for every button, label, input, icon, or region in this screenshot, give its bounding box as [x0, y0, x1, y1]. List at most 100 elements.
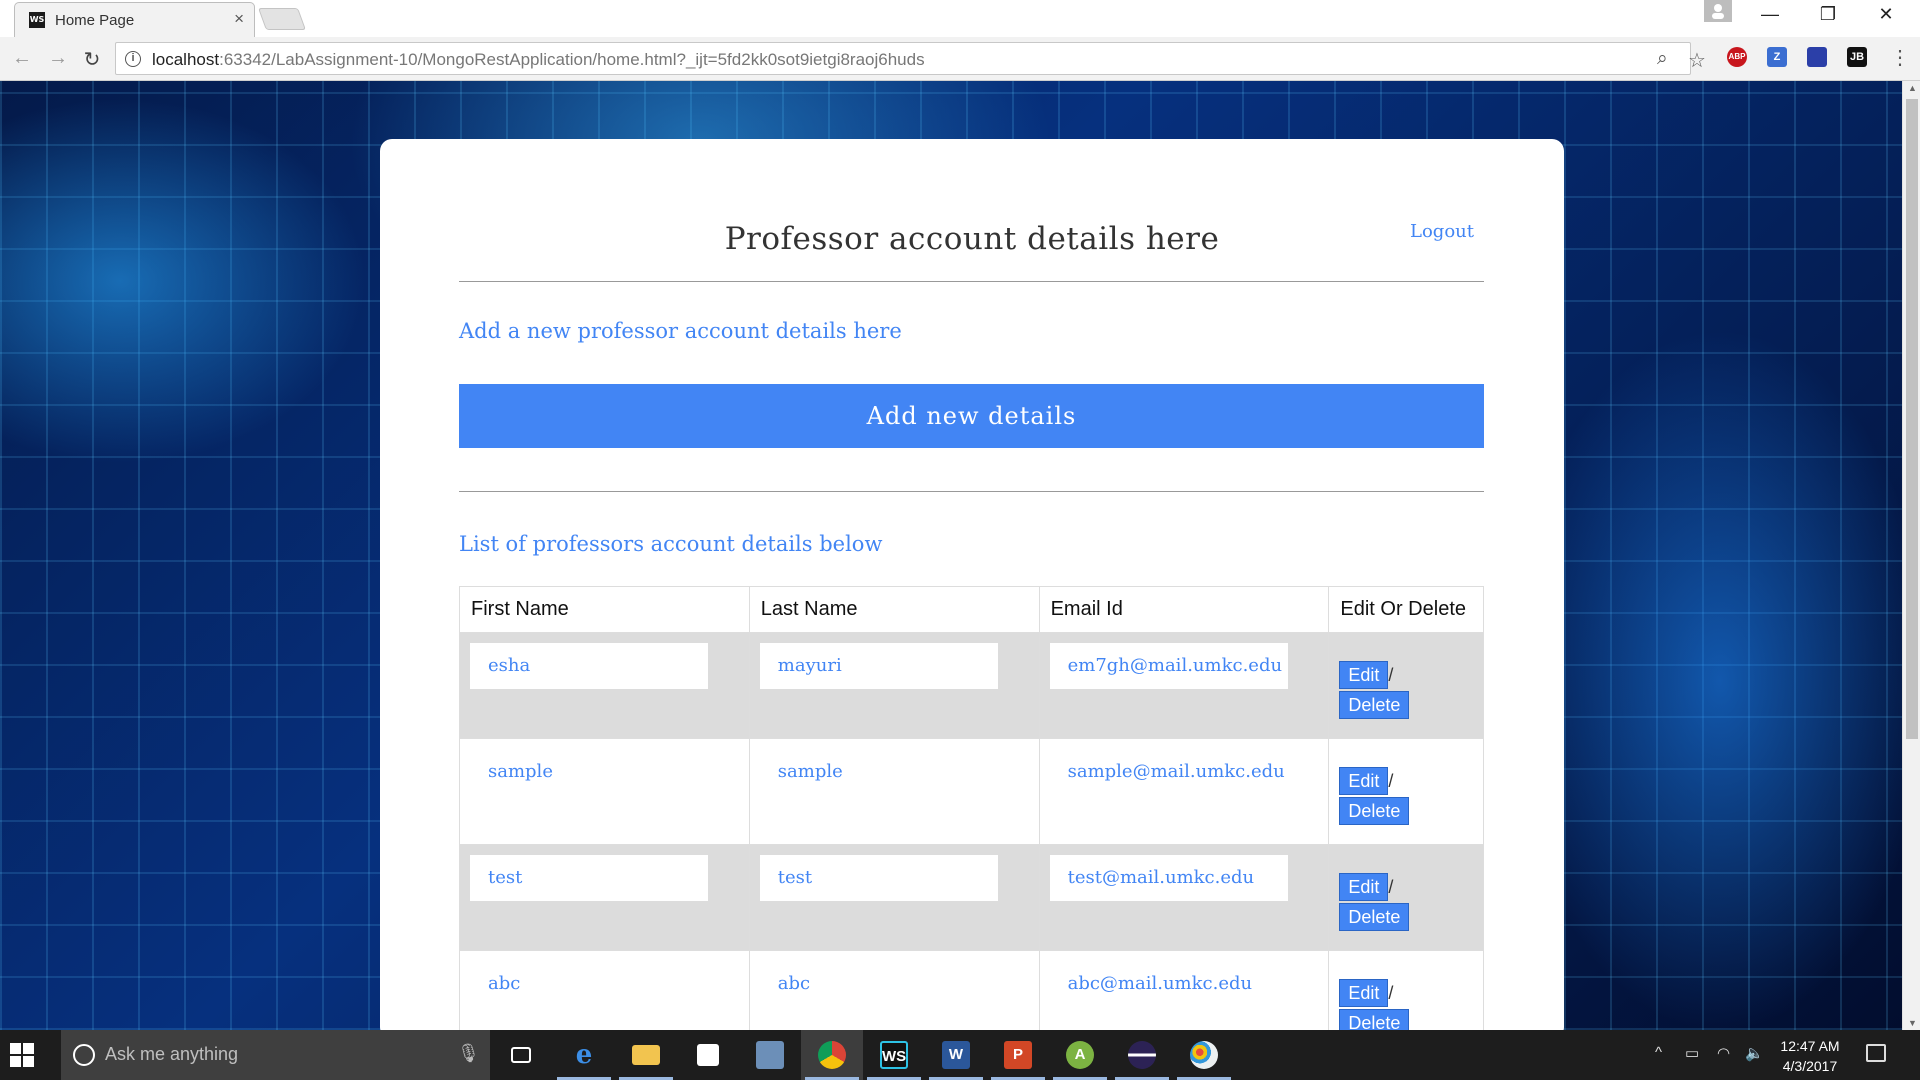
webstorm-favicon-icon: WS [29, 12, 45, 28]
last-name-field[interactable]: mayuri [759, 643, 998, 689]
zotero-extension-icon[interactable]: Z [1767, 47, 1787, 67]
table-cell: test@mail.umkc.edu [1038, 844, 1330, 951]
last-name-field[interactable]: abc [759, 961, 998, 1007]
table-cell: sample [459, 738, 750, 845]
new-tab-button[interactable] [257, 8, 307, 30]
email-field[interactable]: test@mail.umkc.edu [1049, 855, 1288, 901]
taskbar-app-file-explorer[interactable] [615, 1030, 677, 1080]
table-cell: sample@mail.umkc.edu [1038, 738, 1330, 845]
battery-icon[interactable]: ▭ [1685, 1044, 1699, 1062]
email-field[interactable]: em7gh@mail.umkc.edu [1049, 643, 1288, 689]
microphone-icon[interactable]: 🎙 [457, 1043, 480, 1064]
delete-button[interactable]: Delete [1339, 1009, 1410, 1030]
adblock-plus-icon[interactable]: ABP [1727, 47, 1747, 67]
restore-button[interactable]: ❐ [1808, 4, 1848, 25]
address-bar[interactable]: i localhost:63342/LabAssignment-10/Mongo… [115, 42, 1706, 75]
taskbar-app-store[interactable] [677, 1030, 739, 1080]
computer-icon [756, 1041, 784, 1069]
table-cell: abc@mail.umkc.edu [1038, 950, 1330, 1030]
page-scrollbar[interactable]: ▲ ▼ [1902, 81, 1920, 1030]
edit-button[interactable]: Edit [1339, 979, 1389, 1007]
scroll-down-icon[interactable]: ▼ [1908, 1018, 1917, 1028]
info-icon[interactable]: i [125, 51, 141, 67]
taskbar-app-network[interactable] [739, 1030, 801, 1080]
paint-icon [1190, 1041, 1218, 1069]
email-field[interactable]: abc@mail.umkc.edu [1049, 961, 1288, 1007]
jetbrains-extension-icon[interactable]: JB [1847, 47, 1867, 67]
search-placeholder: Ask me anything [105, 1044, 239, 1064]
webstorm-icon: WS [880, 1041, 908, 1069]
bookmark-star-icon[interactable]: ☆ [1688, 48, 1706, 73]
windows-start-icon[interactable] [10, 1043, 34, 1067]
taskbar-app-paint[interactable] [1173, 1030, 1235, 1080]
delete-button[interactable]: Delete [1339, 691, 1410, 719]
last-name-field[interactable]: sample [759, 749, 998, 795]
word-icon: W [942, 1041, 970, 1069]
wifi-icon[interactable]: ◠ [1717, 1044, 1730, 1062]
edit-button[interactable]: Edit [1339, 873, 1389, 901]
action-cell: Edit / Delete [1328, 844, 1484, 951]
taskbar-app-android-studio[interactable]: A [1049, 1030, 1111, 1080]
tab-close-icon[interactable]: × [234, 9, 244, 29]
taskbar-app-powerpoint[interactable]: P [987, 1030, 1049, 1080]
profile-button[interactable] [1704, 0, 1732, 22]
zoom-icon[interactable]: ⌕ [1657, 48, 1668, 70]
action-cell: Edit / Delete [1328, 738, 1484, 845]
taskbar-app-chrome[interactable] [801, 1030, 863, 1080]
scroll-up-icon[interactable]: ▲ [1908, 83, 1917, 93]
page-title: Professor account details here [724, 221, 1220, 257]
show-hidden-icons-chevron-icon[interactable]: ^ [1655, 1044, 1662, 1061]
powerpoint-icon: P [1004, 1041, 1032, 1069]
table-cell: sample [748, 738, 1040, 845]
taskbar-clock[interactable]: 12:47 AM 4/3/2017 [1775, 1036, 1845, 1076]
task-view-button[interactable] [490, 1030, 552, 1080]
separator: / [1388, 665, 1394, 685]
taskbar-app-edge[interactable]: e [553, 1030, 615, 1080]
clock-date: 4/3/2017 [1782, 1058, 1838, 1074]
url-text[interactable]: localhost:63342/LabAssignment-10/MongoRe… [152, 50, 925, 70]
taskbar-app-eclipse[interactable] [1111, 1030, 1173, 1080]
logout-link[interactable]: Logout [1410, 221, 1474, 242]
separator: / [1388, 983, 1394, 1003]
separator: / [1388, 771, 1394, 791]
taskbar-app-webstorm[interactable]: WS [863, 1030, 925, 1080]
add-new-details-button[interactable]: Add new details [459, 384, 1484, 448]
minimize-button[interactable]: — [1750, 4, 1790, 25]
extension-icon[interactable] [1807, 47, 1827, 67]
page-viewport: Professor account details here Logout Ad… [0, 81, 1902, 1030]
reload-icon[interactable]: ↻ [80, 47, 104, 72]
forward-arrow-icon[interactable]: → [46, 47, 70, 70]
table-cell: test [459, 844, 750, 951]
edit-button[interactable]: Edit [1339, 661, 1389, 689]
table-header-row: First Name Last Name Email Id Edit Or De… [459, 586, 1484, 633]
edit-button[interactable]: Edit [1339, 767, 1389, 795]
edge-icon: e [575, 1040, 593, 1070]
delete-button[interactable]: Delete [1339, 797, 1410, 825]
last-name-field[interactable]: test [759, 855, 998, 901]
url-host: localhost [152, 50, 220, 69]
action-cell: Edit / Delete [1328, 632, 1484, 739]
clock-time: 12:47 AM [1780, 1038, 1840, 1054]
table-row: test test test@mail.umkc.edu Edit / Delet… [459, 844, 1484, 951]
cortana-search-box[interactable]: Ask me anything 🎙 [61, 1030, 490, 1080]
first-name-field[interactable]: sample [470, 749, 708, 795]
close-window-button[interactable]: ✕ [1866, 4, 1906, 25]
volume-icon[interactable]: 🔈 [1745, 1044, 1764, 1062]
table-row: sample sample sample@mail.umkc.edu Edit /… [459, 738, 1484, 845]
main-card: Professor account details here Logout Ad… [380, 139, 1564, 1030]
browser-menu-icon[interactable]: ⋮ [1890, 45, 1910, 70]
table-cell: test [748, 844, 1040, 951]
table-cell: esha [459, 632, 750, 739]
add-section-heading: Add a new professor account details here [459, 319, 902, 343]
back-arrow-icon[interactable]: ← [10, 47, 34, 70]
browser-tab[interactable]: WS Home Page × [14, 2, 255, 37]
action-center-icon[interactable] [1866, 1044, 1886, 1062]
first-name-field[interactable]: abc [470, 961, 708, 1007]
table-row: abc abc abc@mail.umkc.edu Edit / Delete [459, 950, 1484, 1030]
taskbar-app-word[interactable]: W [925, 1030, 987, 1080]
first-name-field[interactable]: test [470, 855, 708, 901]
scroll-thumb[interactable] [1906, 99, 1918, 739]
first-name-field[interactable]: esha [470, 643, 708, 689]
email-field[interactable]: sample@mail.umkc.edu [1049, 749, 1288, 795]
delete-button[interactable]: Delete [1339, 903, 1410, 931]
